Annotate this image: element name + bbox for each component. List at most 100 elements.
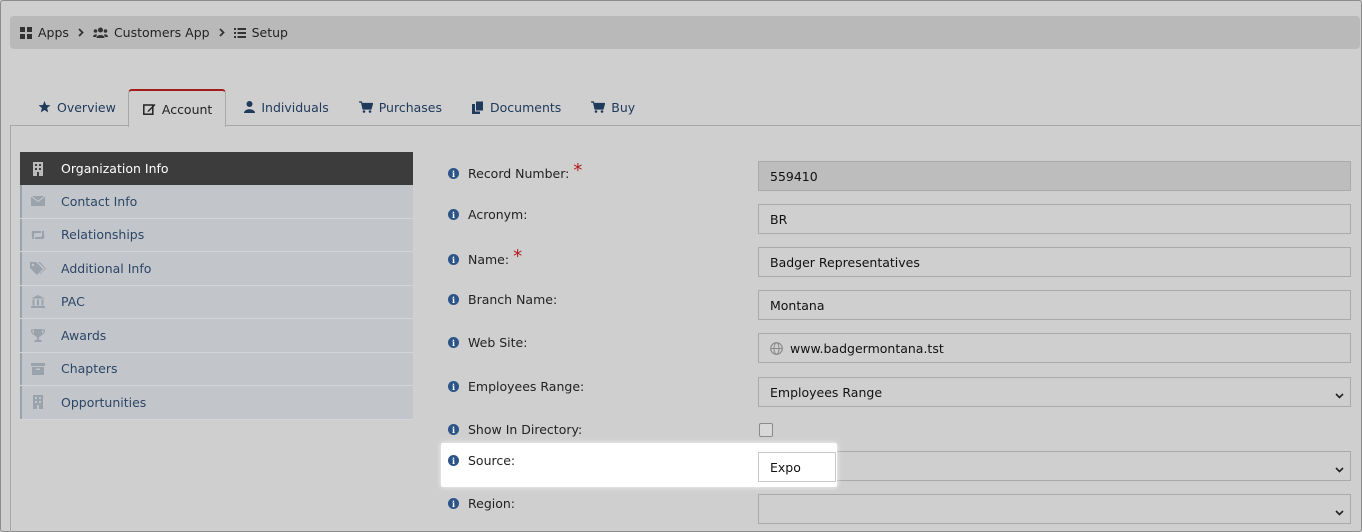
web-site-label: Web Site: — [468, 335, 528, 350]
web-site-row: i Web Site: — [448, 335, 527, 350]
branch-name-field[interactable]: Montana — [758, 290, 1351, 320]
region-select[interactable] — [758, 494, 1351, 524]
acronym-field[interactable]: BR — [758, 204, 1351, 234]
tab-buy[interactable]: Buy — [573, 88, 647, 126]
section-sidenav: Organization Info Contact Info Relations… — [20, 152, 413, 420]
list-icon — [233, 27, 246, 38]
cart-icon — [591, 101, 606, 113]
sidebar-item-label: Awards — [61, 327, 107, 343]
info-icon[interactable]: i — [448, 498, 459, 509]
info-icon[interactable]: i — [448, 337, 459, 348]
name-label: Name: — [468, 252, 510, 267]
info-icon[interactable]: i — [448, 294, 459, 305]
tab-account-label: Account — [161, 101, 213, 117]
tab-individuals[interactable]: Individuals — [226, 88, 340, 126]
show-in-directory-row: i Show In Directory: — [448, 422, 582, 437]
name-field[interactable]: Badger Representatives — [758, 247, 1351, 277]
info-icon[interactable]: i — [448, 168, 459, 179]
sidebar-item-opportunities[interactable]: Opportunities — [20, 386, 413, 420]
web-site-field[interactable]: www.badgermontana.tst — [758, 333, 1351, 363]
tab-documents[interactable]: Documents — [454, 88, 573, 126]
sidebar-item-organization-info[interactable]: Organization Info — [20, 152, 413, 185]
show-in-directory-label: Show In Directory: — [468, 422, 583, 437]
sidebar-item-additional-info[interactable]: Additional Info — [20, 252, 413, 286]
name-row: i Name: * — [448, 246, 522, 270]
tab-purchases[interactable]: Purchases — [341, 88, 454, 126]
user-icon — [244, 101, 256, 113]
info-icon[interactable]: i — [448, 455, 459, 466]
bank-icon — [22, 295, 54, 309]
breadcrumb-customers-app-label: Customers App — [113, 25, 210, 40]
sidebar-item-pac[interactable]: PAC — [20, 285, 413, 319]
sidebar-item-label: Organization Info — [61, 161, 169, 176]
source-value-box[interactable]: Expo — [758, 452, 836, 482]
employees-range-label: Employees Range: — [468, 379, 585, 394]
info-icon[interactable]: i — [448, 381, 459, 392]
source-select[interactable] — [758, 451, 1351, 481]
cart-icon — [358, 101, 373, 113]
copy-icon — [472, 100, 485, 114]
sidebar-item-chapters[interactable]: Chapters — [20, 352, 413, 386]
info-icon[interactable]: i — [448, 254, 459, 265]
record-number-label: Record Number: — [468, 166, 570, 181]
tab-bar: Overview Account Individuals Purchases D… — [10, 88, 1362, 127]
building-icon — [22, 161, 54, 176]
archive-icon — [22, 362, 54, 375]
required-marker: * — [573, 160, 583, 181]
building-icon — [22, 395, 54, 410]
acronym-row: i Acronym: — [448, 207, 527, 222]
tags-icon — [22, 261, 54, 275]
star-icon — [38, 101, 51, 113]
sidebar-item-contact-info[interactable]: Contact Info — [20, 185, 413, 219]
employees-range-value: Employees Range — [770, 384, 883, 400]
region-label: Region: — [468, 496, 516, 511]
tab-overview[interactable]: Overview — [10, 88, 128, 126]
sidebar-item-label: Chapters — [61, 361, 118, 377]
sidebar-item-label: PAC — [61, 294, 85, 310]
info-icon[interactable]: i — [448, 424, 459, 435]
sidebar-item-relationships[interactable]: Relationships — [20, 218, 413, 252]
tab-individuals-label: Individuals — [261, 99, 329, 115]
sidebar-item-label: Contact Info — [61, 193, 138, 209]
globe-icon — [770, 341, 783, 355]
source-value: Expo — [770, 459, 801, 475]
tab-documents-label: Documents — [490, 99, 562, 115]
web-site-value: www.badgermontana.tst — [790, 340, 944, 356]
breadcrumb-apps-label: Apps — [38, 25, 69, 40]
trophy-icon — [22, 328, 54, 342]
tab-account[interactable]: Account — [127, 89, 227, 127]
breadcrumb-setup-label: Setup — [251, 25, 288, 40]
sidebar-item-awards[interactable]: Awards — [20, 319, 413, 353]
employees-range-row: i Employees Range: — [448, 379, 584, 394]
info-icon[interactable]: i — [448, 209, 459, 220]
chevron-right-icon — [78, 28, 84, 37]
acronym-value: BR — [770, 211, 788, 227]
chevron-right-icon — [218, 28, 225, 37]
breadcrumb-setup[interactable]: Setup — [233, 25, 288, 40]
branch-name-label: Branch Name: — [468, 292, 558, 307]
tab-buy-label: Buy — [611, 99, 636, 115]
chevron-down-icon — [1335, 461, 1344, 476]
breadcrumb: Apps Customers App Setup — [10, 16, 1360, 49]
chevron-down-icon — [1335, 387, 1344, 402]
grid-icon — [20, 26, 32, 39]
users-icon — [92, 27, 108, 38]
show-in-directory-checkbox[interactable] — [759, 423, 773, 437]
employees-range-select[interactable]: Employees Range — [758, 377, 1351, 407]
tab-overview-label: Overview — [57, 99, 116, 115]
record-number-field[interactable]: 559410 — [758, 161, 1351, 191]
edit-icon — [142, 104, 156, 115]
source-label: Source: — [468, 453, 516, 468]
breadcrumb-apps[interactable]: Apps — [20, 25, 69, 40]
record-number-value: 559410 — [770, 168, 818, 184]
region-row: i Region: — [448, 496, 515, 511]
retweet-icon — [22, 230, 54, 240]
name-value: Badger Representatives — [770, 254, 920, 270]
tab-purchases-label: Purchases — [378, 99, 443, 115]
chevron-down-icon — [1335, 504, 1344, 519]
breadcrumb-customers-app[interactable]: Customers App — [92, 25, 210, 40]
sidebar-item-label: Additional Info — [61, 260, 152, 276]
record-number-row: i Record Number: * — [448, 160, 583, 184]
source-row: i Source: — [448, 453, 515, 468]
sidebar-item-label: Relationships — [61, 227, 145, 243]
